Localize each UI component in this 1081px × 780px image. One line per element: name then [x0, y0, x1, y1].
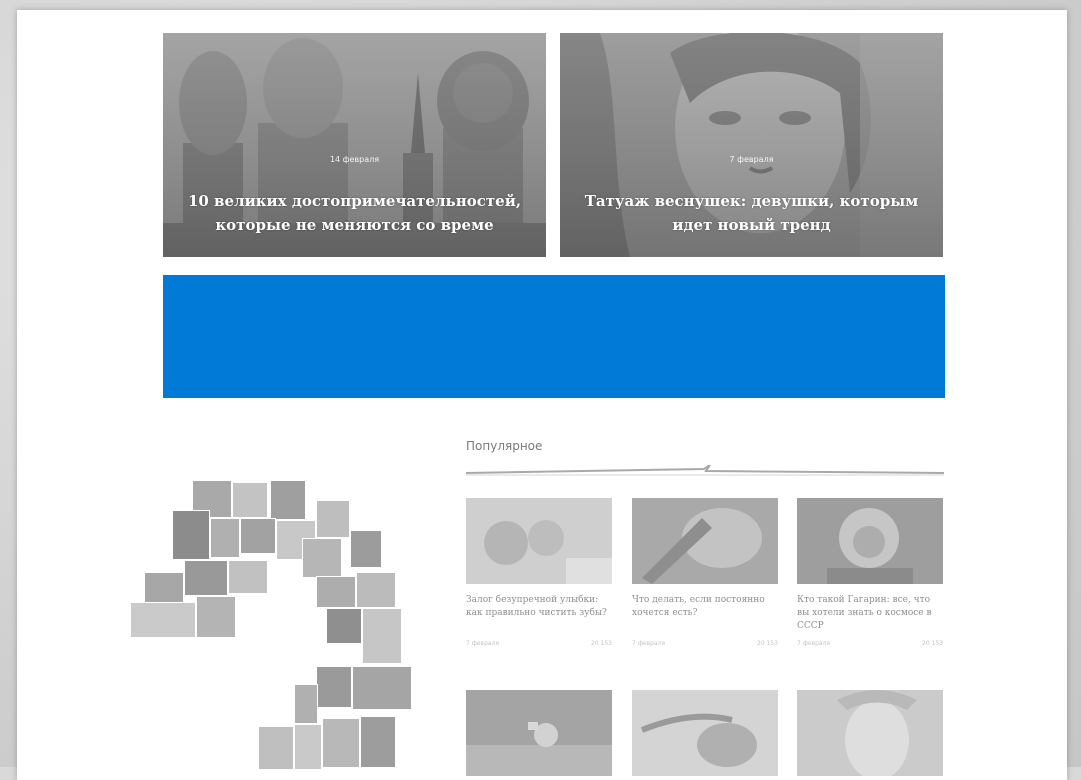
collage-tile — [356, 572, 396, 608]
card-title: Залог безупречной улыбки: как правильно … — [466, 595, 607, 618]
hero-title[interactable]: Татуаж веснушек: девушки, которым идет н… — [578, 189, 925, 237]
collage-tile — [210, 518, 240, 558]
collage-tile — [316, 576, 356, 608]
collage-tile — [240, 518, 276, 554]
hero-title-line: 10 великих достопримечательностей, — [187, 192, 522, 210]
collage-tile — [350, 530, 382, 568]
hero-title[interactable]: 10 великих достопримечательностей, котор… — [181, 189, 528, 237]
card-title: Кто такой Гагарин: все, что вы хотели зн… — [797, 595, 932, 631]
collage-tile — [322, 718, 360, 768]
collage-tile — [302, 538, 342, 578]
astronaut-photo-icon — [466, 690, 612, 776]
hero-article-card-landmarks[interactable]: 14 февраля 10 великих достопримечательно… — [163, 33, 546, 257]
collage-tile — [172, 510, 210, 560]
collage-tile — [184, 560, 228, 596]
collage-tile — [352, 666, 412, 710]
collage-tile — [130, 602, 196, 638]
collage-tile — [316, 666, 352, 708]
hero-article-card-freckles[interactable]: 7 февраля Татуаж веснушек: девушки, кото… — [560, 33, 943, 257]
collage-tile — [362, 608, 402, 664]
collage-tile — [294, 724, 322, 770]
blood-pressure-photo-icon — [632, 690, 778, 776]
hero-title-line: идет новый тренд — [672, 216, 831, 234]
hero-date: 7 февраля — [729, 155, 774, 164]
popular-card[interactable] — [466, 690, 612, 776]
card-views: 20 153 — [922, 640, 943, 647]
popular-card[interactable]: Что делать, если постоянно хочется есть?… — [632, 498, 778, 647]
collage-tile — [196, 596, 236, 638]
popular-card[interactable] — [797, 690, 943, 776]
cosmonaut-photo-icon — [797, 498, 943, 584]
card-meta: 7 февраля 20 153 — [466, 640, 612, 647]
face-mask-photo-icon — [797, 690, 943, 776]
card-date: 7 февраля — [466, 640, 500, 647]
popular-card[interactable]: Залог безупречной улыбки: как правильно … — [466, 498, 612, 647]
collage-tile — [270, 480, 306, 520]
popular-heading: Популярное — [466, 439, 543, 453]
popular-divider — [466, 465, 944, 476]
ad-banner[interactable] — [163, 275, 945, 398]
collage-tile — [326, 608, 362, 644]
card-meta: 7 февраля 20 153 — [632, 640, 778, 647]
card-views: 20 153 — [591, 640, 612, 647]
child-photo-icon — [466, 498, 612, 584]
collage-tile — [316, 500, 350, 538]
collage-tile — [228, 560, 268, 594]
photo-collage — [130, 480, 430, 770]
desktop-background: 14 февраля 10 великих достопримечательно… — [0, 0, 1081, 780]
collage-tile — [294, 684, 318, 724]
card-meta: 7 февраля 20 153 — [797, 640, 943, 647]
collage-tile — [360, 716, 396, 768]
food-photo-icon — [632, 498, 778, 584]
collage-tile — [258, 726, 294, 770]
hero-date: 14 февраля — [329, 155, 380, 164]
collage-tile — [232, 482, 268, 518]
hero-title-line: которые не меняются со време — [215, 216, 494, 234]
hero-title-line: Татуаж веснушек: девушки, которым — [584, 192, 919, 210]
card-title: Что делать, если постоянно хочется есть? — [632, 595, 765, 618]
card-views: 20 153 — [757, 640, 778, 647]
web-page: 14 февраля 10 великих достопримечательно… — [17, 10, 1067, 780]
card-date: 7 февраля — [632, 640, 666, 647]
card-date: 7 февраля — [797, 640, 831, 647]
popular-card[interactable] — [632, 690, 778, 776]
popular-card[interactable]: Кто такой Гагарин: все, что вы хотели зн… — [797, 498, 943, 647]
